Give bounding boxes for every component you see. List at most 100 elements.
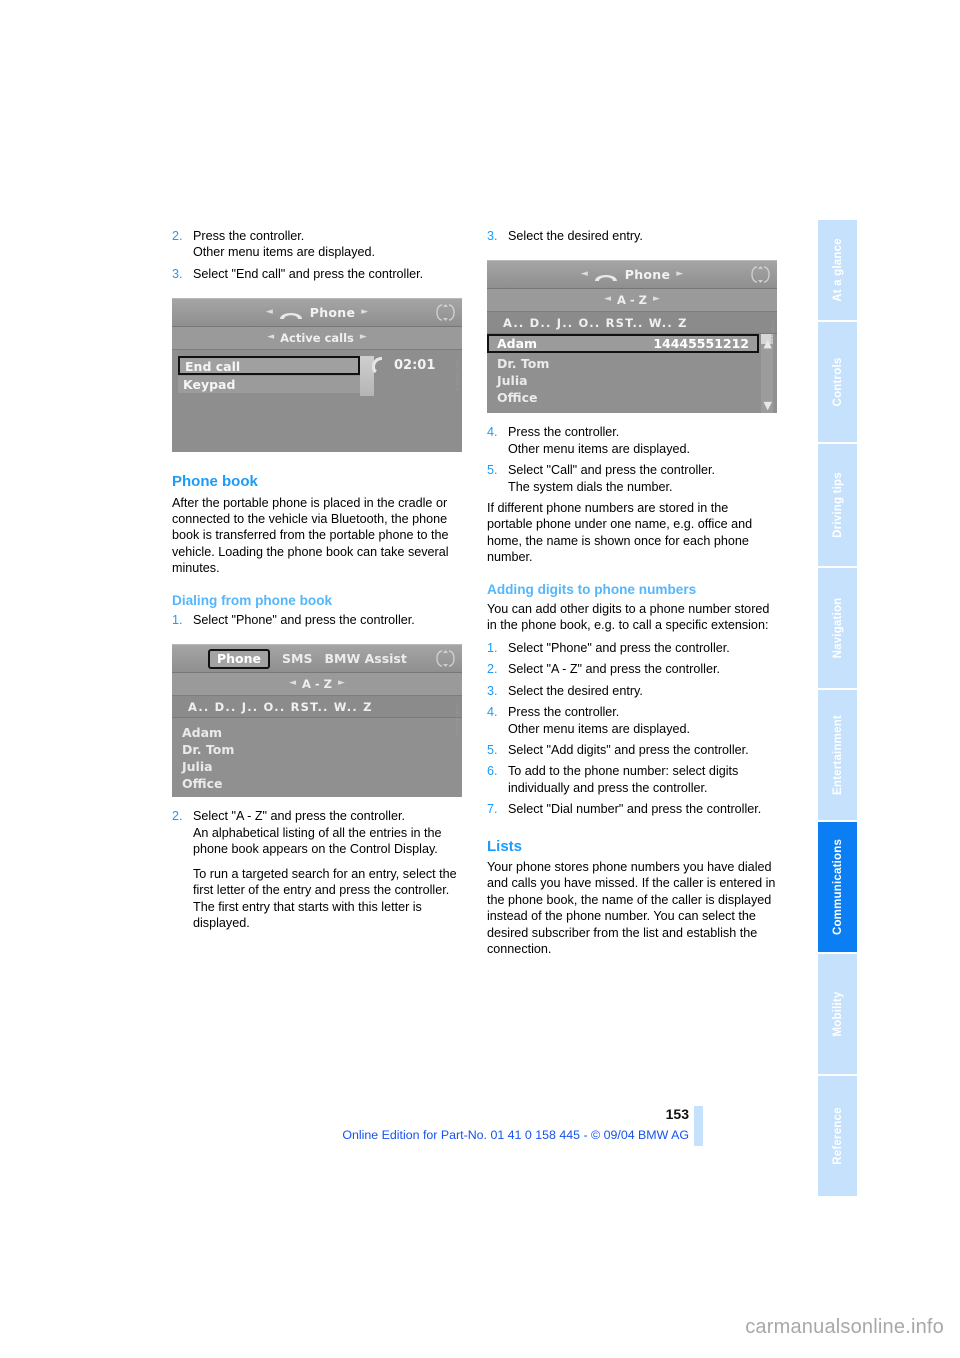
step-text: Press the controller.: [508, 425, 620, 440]
sidebar-item-driving-tips[interactable]: Driving tips: [818, 444, 857, 566]
step-number: 7.: [487, 802, 498, 817]
sidebar-item-label: At a glance: [831, 238, 844, 302]
list-item-selected[interactable]: Adam 14445551212: [487, 334, 759, 354]
handset-icon: [594, 271, 618, 281]
idrive-screenshot-active-calls: ◄ Phone ► ◄ Active calls ► End call Keyp…: [172, 298, 462, 453]
list-item[interactable]: Julia: [487, 372, 777, 389]
list-item: 5. Select "Add digits" and press the con…: [487, 742, 777, 758]
entry-name: Adam: [497, 336, 538, 352]
step-text: Select the desired entry.: [508, 229, 643, 243]
joystick-icon: [436, 649, 455, 668]
sidebar-item-at-a-glance[interactable]: At a glance: [818, 220, 857, 320]
sidebar-item-label: Controls: [831, 357, 844, 407]
screenshot-entry-wrapper: ◄ Phone ► ◄ A - Z ► A.. D.. J.. O.. RST.…: [487, 260, 777, 414]
alphabet-filter-bar[interactable]: A.. D.. J.. O.. RST.. W.. Z: [172, 696, 462, 719]
chevron-right-icon[interactable]: ►: [338, 675, 345, 691]
step-text: Select "Dial number" and press the contr…: [508, 802, 762, 817]
sidebar-item-navigation[interactable]: Navigation: [818, 568, 857, 688]
joystick-icon: [436, 303, 455, 322]
chevron-left-icon[interactable]: ◄: [289, 675, 296, 691]
step-number: 2.: [487, 662, 498, 677]
step-text: Select "Phone" and press the controller.: [193, 613, 415, 628]
adding-digits-intro: You can add other digits to a phone numb…: [487, 602, 770, 633]
phone-book-list: Adam 14445551212 Dr. Tom Julia Office ▲ …: [487, 334, 777, 414]
step-text: The system dials the number.: [508, 479, 673, 494]
chevron-right-icon[interactable]: ►: [360, 329, 367, 345]
list-item[interactable]: Julia: [172, 758, 462, 775]
sidebar-item-controls[interactable]: Controls: [818, 322, 857, 442]
chevron-left-icon[interactable]: ◄: [266, 304, 273, 320]
idrive-subbar-label: A - Z: [301, 677, 333, 692]
chevron-left-icon[interactable]: ◄: [267, 329, 274, 345]
menu-item-end-call[interactable]: End call: [178, 356, 360, 376]
chevron-right-icon[interactable]: ►: [676, 266, 683, 282]
step-text: To run a targeted search for an entry, s…: [193, 866, 457, 898]
idrive-subbar: ◄ A - Z ►: [172, 673, 462, 697]
tab-phone[interactable]: Phone: [208, 648, 271, 670]
site-watermark: carmanualsonline.info: [745, 1316, 944, 1338]
step-text: Other menu items are displayed.: [508, 721, 690, 736]
step-number: 1.: [487, 640, 498, 655]
chevron-right-icon[interactable]: ►: [361, 304, 368, 320]
edition-line: Online Edition for Part-No. 01 41 0 158 …: [342, 1128, 689, 1142]
list-item: 7. Select "Dial number" and press the co…: [487, 801, 777, 817]
sidebar-item-label: Driving tips: [831, 472, 844, 538]
joystick-icon: [751, 265, 770, 284]
sidebar-item-reference[interactable]: Reference: [818, 1076, 857, 1196]
list-item: 2. Press the controller. Other menu item…: [172, 228, 462, 261]
section-heading-phone-book: Phone book: [172, 473, 258, 491]
sidebar-item-label: Navigation: [831, 597, 844, 659]
list-item[interactable]: Office: [487, 389, 777, 406]
figure-code-label: SA0746435-6: [770, 320, 775, 354]
sidebar-item-label: Entertainment: [831, 715, 844, 795]
list-item: 4. Press the controller. Other menu item…: [487, 424, 777, 457]
list-item[interactable]: Office: [172, 775, 462, 792]
step-number: 2.: [172, 229, 183, 243]
alphabet-filter-bar[interactable]: A.. D.. J.. O.. RST.. W.. Z: [487, 312, 777, 335]
chevron-right-icon[interactable]: ►: [653, 291, 660, 307]
step-text: An alphabetical listing of all the entri…: [193, 825, 442, 857]
call-handset-icon: [370, 356, 386, 374]
sidebar-item-entertainment[interactable]: Entertainment: [818, 690, 857, 820]
step-text: Select "Call" and press the controller.: [508, 463, 716, 478]
list-item: 2. Select "A - Z" and press the controll…: [172, 808, 462, 931]
idrive-screenshot-phone-book: Phone SMS BMW Assist ◄ A - Z ► A.. D.. J…: [172, 644, 462, 798]
figure-code-label: SA0746433-6: [455, 358, 460, 392]
list-item[interactable]: Dr. Tom: [172, 741, 462, 758]
list-item[interactable]: Dr. Tom: [487, 355, 777, 372]
idrive-header: ◄ Phone ►: [487, 261, 777, 290]
step-number: 5.: [487, 742, 498, 757]
step-text: Select "End call" and press the controll…: [193, 266, 424, 281]
sidebar-item-communications[interactable]: Communications: [818, 822, 857, 952]
lists-paragraph: Your phone stores phone numbers you have…: [487, 859, 776, 956]
subsection-heading-adding-digits: Adding digits to phone numbers: [487, 581, 697, 597]
list-item[interactable]: Adam: [172, 724, 462, 741]
chevron-left-icon[interactable]: ◄: [604, 291, 611, 307]
entry-name: Office: [497, 390, 538, 406]
step-number: 3.: [487, 683, 498, 698]
entry-name: Dr. Tom: [182, 742, 235, 758]
step-number: 5.: [487, 463, 498, 478]
idrive-header-title: Phone: [309, 304, 356, 320]
step-text: Other menu items are displayed.: [508, 441, 690, 456]
manual-page: At a glance Controls Driving tips Naviga…: [0, 0, 960, 1358]
idrive-subbar: ◄ Active calls ►: [172, 327, 462, 351]
steps-list-adding-digits: 1. Select "Phone" and press the controll…: [487, 640, 777, 818]
steps-list-end-call: 2. Press the controller. Other menu item…: [172, 228, 462, 282]
step-number: 1.: [172, 613, 183, 628]
chevron-left-icon[interactable]: ◄: [581, 266, 588, 282]
idrive-subbar-label: A - Z: [616, 293, 648, 308]
sidebar-item-mobility[interactable]: Mobility: [818, 954, 857, 1074]
screenshot-active-calls-wrapper: ◄ Phone ► ◄ Active calls ► End call Keyp…: [172, 298, 462, 453]
entry-number: 14445551212: [653, 336, 749, 352]
tab-bmw-assist[interactable]: BMW Assist: [324, 651, 406, 667]
list-item: 1. Select "Phone" and press the controll…: [172, 612, 462, 628]
page-number: 153: [665, 1106, 689, 1122]
step-number: 2.: [172, 809, 183, 824]
phone-book-paragraph: After the portable phone is placed in th…: [172, 495, 449, 576]
subsection-heading-dialing: Dialing from phone book: [172, 592, 333, 608]
tab-sms[interactable]: SMS: [282, 651, 312, 667]
menu-item-keypad[interactable]: Keypad: [178, 376, 360, 394]
scroll-down-icon[interactable]: ▼: [764, 398, 772, 413]
list-item: 4. Press the controller. Other menu item…: [487, 704, 777, 737]
